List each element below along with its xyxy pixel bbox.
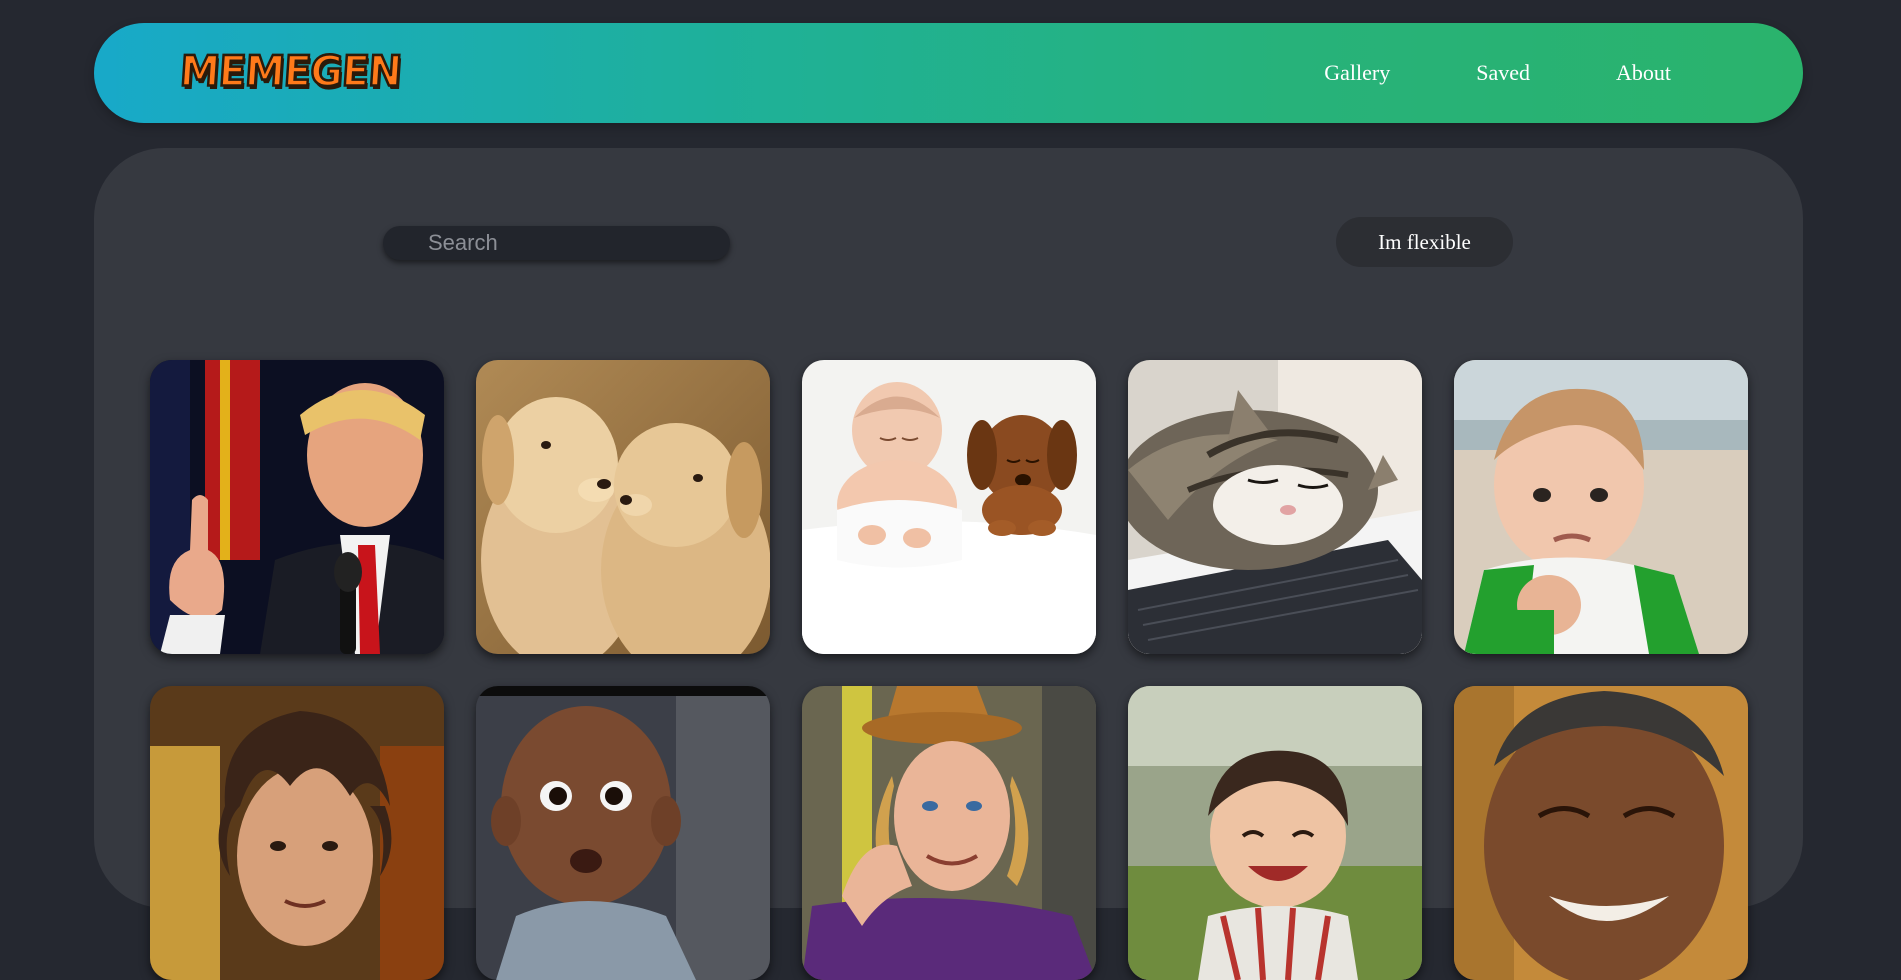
meme-image-wonka bbox=[802, 686, 1096, 980]
meme-card-two-puppies[interactable] bbox=[476, 360, 770, 654]
meme-card-laughing-man[interactable] bbox=[1454, 686, 1748, 980]
meme-image-surprised-baby bbox=[476, 686, 770, 980]
meme-card-baby-and-puppy[interactable] bbox=[802, 360, 1096, 654]
meme-image-two-puppies bbox=[476, 360, 770, 654]
meme-card-wonka[interactable] bbox=[802, 686, 1096, 980]
im-flexible-button[interactable]: Im flexible bbox=[1336, 217, 1513, 267]
meme-image-baby-and-puppy bbox=[802, 360, 1096, 654]
nav-saved-link[interactable]: Saved bbox=[1476, 60, 1530, 86]
meme-image-cat-laptop bbox=[1128, 360, 1422, 654]
meme-image-aliens-guy bbox=[150, 686, 444, 980]
search-box bbox=[383, 226, 730, 260]
meme-card-success-kid[interactable] bbox=[1454, 360, 1748, 654]
meme-card-aliens-guy[interactable] bbox=[150, 686, 444, 980]
main-nav: Gallery Saved About bbox=[1238, 23, 1671, 123]
meme-card-man-pointing[interactable] bbox=[150, 360, 444, 654]
nav-about-link[interactable]: About bbox=[1616, 60, 1671, 86]
meme-image-man-pointing bbox=[150, 360, 444, 654]
meme-card-cat-laptop[interactable] bbox=[1128, 360, 1422, 654]
header-bar: MEMEGEN Gallery Saved About bbox=[94, 23, 1803, 123]
meme-image-laughing-man bbox=[1454, 686, 1748, 980]
memegen-logo[interactable]: MEMEGEN bbox=[177, 47, 404, 98]
meme-card-evil-toddler[interactable] bbox=[1128, 686, 1422, 980]
main-panel: Im flexible bbox=[94, 148, 1803, 980]
meme-image-success-kid bbox=[1454, 360, 1748, 654]
meme-image-evil-toddler bbox=[1128, 686, 1422, 980]
search-input[interactable] bbox=[383, 226, 730, 260]
meme-card-surprised-baby[interactable] bbox=[476, 686, 770, 980]
meme-gallery bbox=[150, 360, 1748, 980]
nav-gallery-link[interactable]: Gallery bbox=[1324, 60, 1390, 86]
